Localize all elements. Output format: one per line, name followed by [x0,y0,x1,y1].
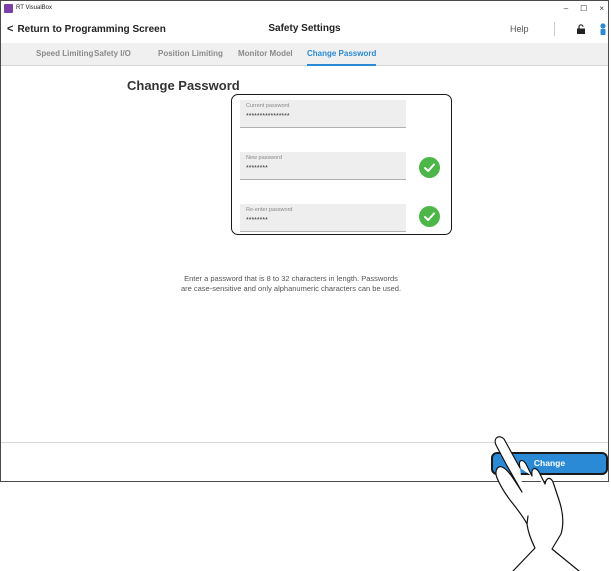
maximize-button[interactable]: ☐ [580,4,587,13]
title-bar: RT VisualBox – ☐ × [1,1,608,15]
reenter-password-field[interactable]: Re-enter password ******** [240,204,406,232]
window-controls: – ☐ × [564,1,604,15]
new-password-field[interactable]: New password ******** [240,152,406,180]
section-title: Change Password [127,78,240,93]
lock-icon[interactable] [576,24,586,34]
info-line: Enter a password that is 8 to 32 charact… [184,274,398,283]
tab-monitor-model[interactable]: Monitor Model [238,43,293,64]
tab-speed-limiting[interactable]: Speed Limiting [36,43,93,64]
check-icon [419,157,440,178]
tab-position-limiting[interactable]: Position Limiting [158,43,223,64]
field-value: ******** [246,217,268,224]
app-title: RT VisualBox [16,5,53,11]
app-window: RT VisualBox – ☐ × < Return to Programmi… [0,0,609,482]
field-label: Current password [246,103,290,109]
back-label: Return to Programming Screen [17,23,166,35]
hand-pointer-icon [494,436,580,571]
field-label: Re-enter password [246,207,293,213]
close-button[interactable]: × [599,4,604,13]
password-rules-text: Enter a password that is 8 to 32 charact… [101,274,481,294]
app-icon [4,3,13,13]
field-value: ******** [246,165,268,172]
tab-change-password[interactable]: Change Password [307,43,377,66]
check-icon [419,206,440,227]
chevron-left-icon: < [7,23,14,35]
field-label: New password [246,155,283,161]
back-button[interactable]: < Return to Programming Screen [7,23,166,35]
header-bar: < Return to Programming Screen Safety Se… [1,15,608,43]
minimize-button[interactable]: – [564,4,568,13]
info-line: are case-sensitive and only alphanumeric… [180,284,402,293]
current-password-field[interactable]: Current password **************** [240,100,406,128]
tab-safety-io[interactable]: Safety I/O [94,43,131,64]
help-button[interactable]: Help [510,15,529,43]
user-icon[interactable] [598,23,608,35]
header-divider [554,22,555,36]
tab-bar: Speed Limiting Safety I/O Position Limit… [1,43,608,66]
field-value: **************** [246,113,290,120]
